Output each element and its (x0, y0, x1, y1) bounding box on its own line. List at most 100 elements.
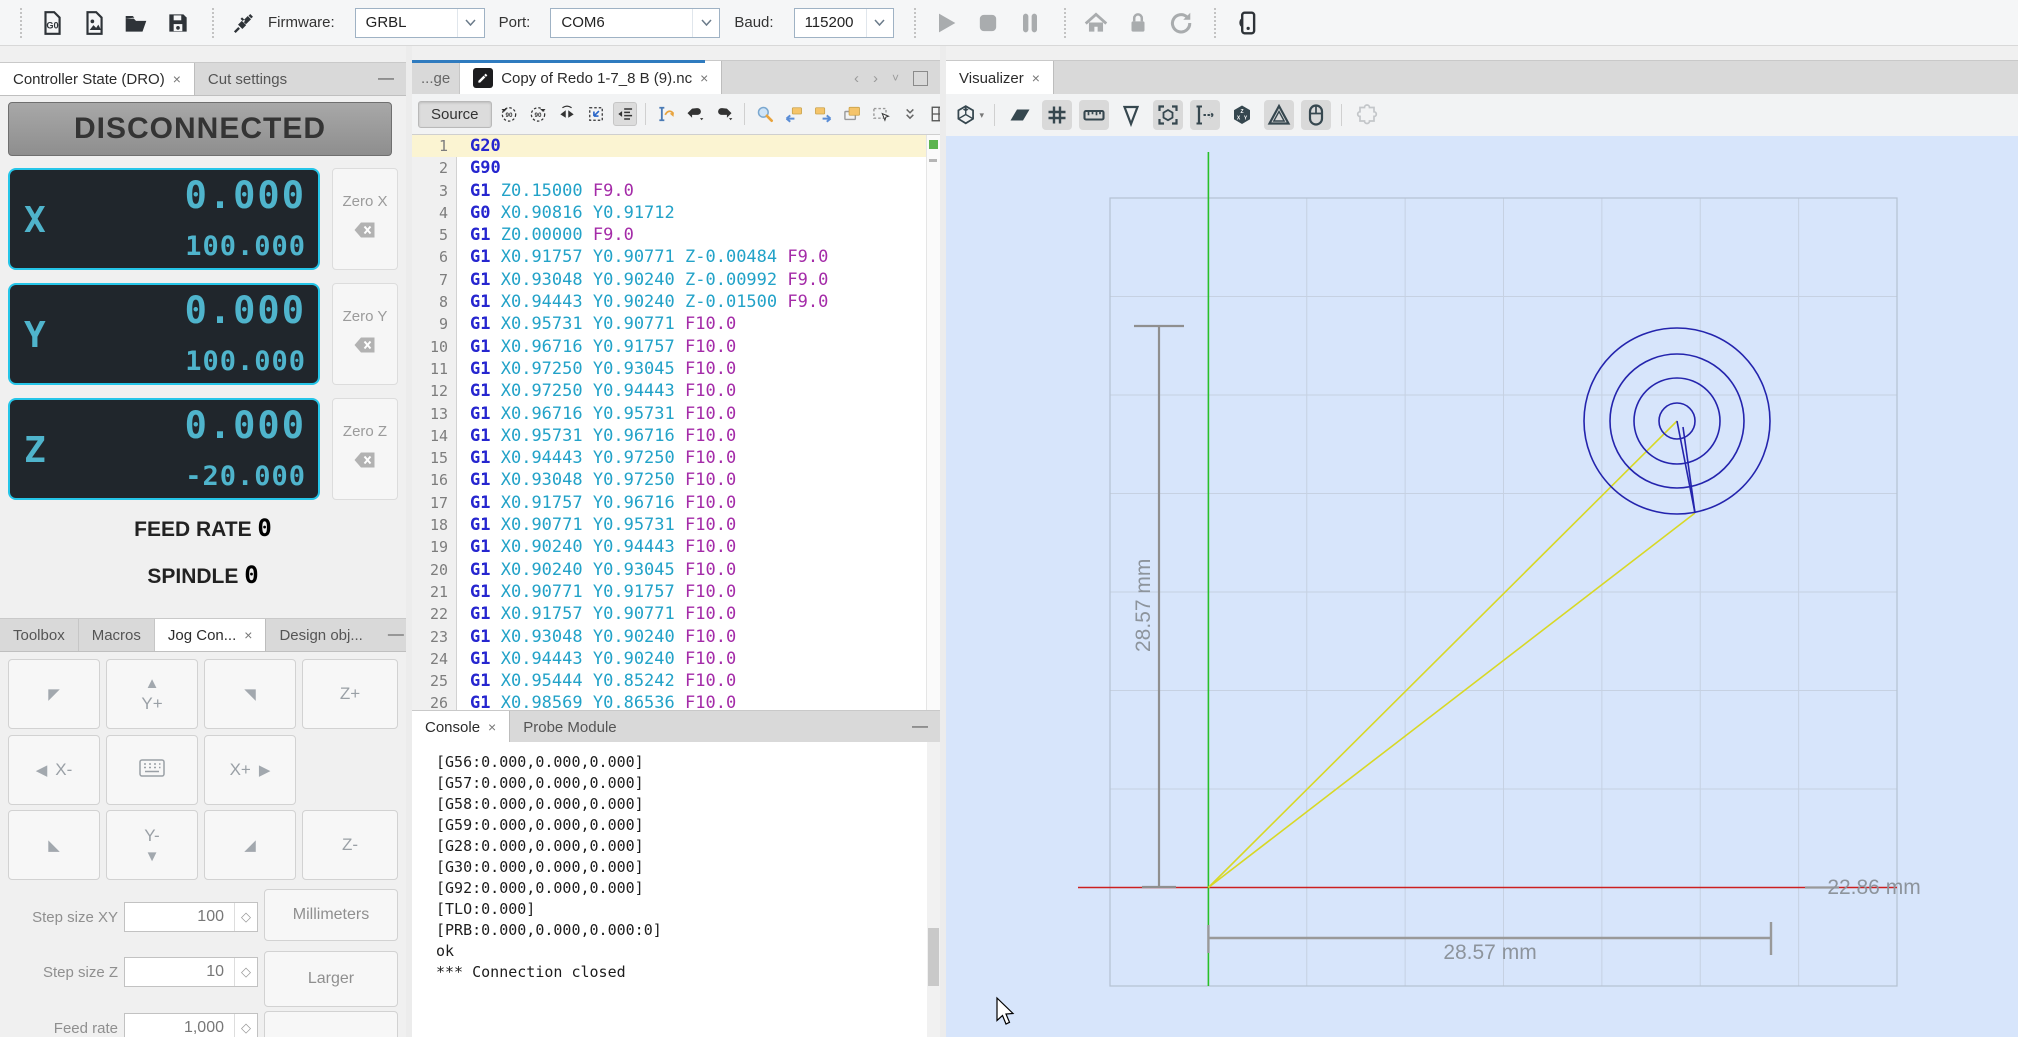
editor-scrollbar[interactable] (926, 135, 940, 756)
close-icon[interactable]: × (244, 627, 252, 643)
rotate-ccw-90-icon[interactable]: 90 (497, 102, 521, 126)
gcode-line[interactable]: 7G1 X0.93048 Y0.90240 Z-0.00992 F9.0 (412, 269, 940, 291)
tab-macros[interactable]: Macros (79, 619, 155, 651)
tab-design-objects[interactable]: Design obj... (266, 619, 375, 651)
zero-x-button[interactable]: Zero X (332, 168, 398, 270)
align-icon[interactable] (613, 102, 637, 126)
spinner-icon[interactable]: ◇ (234, 903, 257, 931)
port-select[interactable]: COM6 (550, 8, 720, 38)
close-icon[interactable]: × (1032, 70, 1040, 86)
gcode-line[interactable]: 16G1 X0.93048 Y0.97250 F10.0 (412, 469, 940, 491)
grid-icon[interactable] (1042, 100, 1072, 130)
plane-icon[interactable] (1005, 100, 1035, 130)
tab-probe-module[interactable]: Probe Module (510, 711, 629, 743)
step-smaller-button[interactable] (264, 1011, 398, 1037)
nav-next-icon[interactable] (811, 102, 835, 126)
gcode-line[interactable]: 23G1 X0.93048 Y0.90240 F10.0 (412, 626, 940, 648)
jog-y-minus-button[interactable]: Y-▼ (106, 810, 198, 880)
gcode-line[interactable]: 21G1 X0.90771 Y0.91757 F10.0 (412, 581, 940, 603)
nav-previous-icon[interactable] (782, 102, 806, 126)
tab-gcode-file[interactable]: Copy of Redo 1-7_8 B (9).nc× (460, 61, 722, 95)
gcode-line[interactable]: 17G1 X0.91757 Y0.96716 F10.0 (412, 492, 940, 514)
save-file-icon[interactable] (164, 9, 192, 37)
jog-y-plus-button[interactable]: ▲Y+ (106, 659, 198, 729)
mirror-icon[interactable] (555, 102, 579, 126)
tab-console[interactable]: Console× (412, 711, 510, 743)
mobile-pendant-icon[interactable] (1232, 9, 1260, 37)
gcode-line[interactable]: 4G0 X0.90816 Y0.91712 (412, 202, 940, 224)
ruler-icon[interactable] (1079, 100, 1109, 130)
gcode-line[interactable]: 20G1 X0.90240 Y0.93045 F10.0 (412, 559, 940, 581)
step-larger-button[interactable]: Larger (264, 951, 398, 1007)
open-folder-icon[interactable] (122, 9, 150, 37)
find-icon[interactable] (753, 102, 777, 126)
rotate-cw-90-icon[interactable]: 90 (526, 102, 550, 126)
gcode-line[interactable]: 18G1 X0.90771 Y0.95731 F10.0 (412, 514, 940, 536)
gcode-line[interactable]: 10G1 X0.96716 Y0.91757 F10.0 (412, 336, 940, 358)
connect-plug-icon[interactable] (230, 9, 258, 37)
mouse-icon[interactable] (1301, 100, 1331, 130)
baud-select[interactable]: 115200 (794, 8, 894, 38)
tab-toolbox[interactable]: Toolbox (0, 619, 79, 651)
scrollbar-thumb[interactable] (928, 928, 939, 986)
copy-block-icon[interactable] (840, 102, 864, 126)
gcode-line[interactable]: 22G1 X0.91757 Y0.90771 F10.0 (412, 603, 940, 625)
jog-diagonal-up-left-button[interactable]: ◤ (8, 659, 100, 729)
overflow-icon[interactable] (898, 102, 922, 126)
step-size-z-input[interactable]: 10◇ (124, 957, 258, 987)
jog-keyboard-button[interactable] (106, 735, 198, 805)
gcode-line[interactable]: 11G1 X0.97250 Y0.93045 F10.0 (412, 358, 940, 380)
filter-icon[interactable] (1116, 100, 1146, 130)
gcode-line[interactable]: 13G1 X0.96716 Y0.95731 F10.0 (412, 403, 940, 425)
console-scrollbar[interactable] (927, 742, 940, 1037)
jog-x-plus-button[interactable]: X+▶ (204, 735, 296, 805)
spinner-icon[interactable]: ◇ (234, 958, 257, 986)
gcode-line[interactable]: 9G1 X0.95731 Y0.90771 F10.0 (412, 313, 940, 335)
rect-select-icon[interactable] (869, 102, 893, 126)
gcode-line[interactable]: 19G1 X0.90240 Y0.94443 F10.0 (412, 536, 940, 558)
tab-jog-controller[interactable]: Jog Con...× (155, 619, 267, 651)
tab-cut-settings[interactable]: Cut settings (195, 63, 300, 95)
gcode-line[interactable]: 3G1 Z0.15000 F9.0 (412, 180, 940, 202)
jog-z-plus-button[interactable]: Z+ (302, 659, 398, 729)
zero-y-button[interactable]: Zero Y (332, 283, 398, 385)
console-output[interactable]: [G56:0.000,0.000,0.000][G57:0.000,0.000,… (412, 742, 940, 1037)
minimize-panel-icon[interactable]: — (376, 626, 406, 644)
units-button[interactable]: Millimeters (264, 889, 398, 941)
gcode-line[interactable]: 2G90 (412, 157, 940, 179)
gcode-line[interactable]: 12G1 X0.97250 Y0.94443 F10.0 (412, 380, 940, 402)
tab-visualizer[interactable]: Visualizer× (946, 61, 1054, 95)
jog-z-minus-button[interactable]: Z- (302, 810, 398, 880)
open-image-icon[interactable] (80, 9, 108, 37)
jog-diagonal-up-right-button[interactable]: ◥ (204, 659, 296, 729)
gcode-line[interactable]: 14G1 X0.95731 Y0.96716 F10.0 (412, 425, 940, 447)
view-orientation-icon[interactable]: ▾ (954, 100, 984, 130)
source-view-button[interactable]: Source (418, 101, 492, 128)
gcode-line[interactable]: 6G1 X0.91757 Y0.90771 Z-0.00484 F9.0 (412, 246, 940, 268)
maximize-icon[interactable] (913, 71, 928, 86)
orientation-icon[interactable] (1264, 100, 1294, 130)
gcode-line[interactable]: 25G1 X0.95444 Y0.85242 F10.0 (412, 670, 940, 692)
gcode-line[interactable]: 5G1 Z0.00000 F9.0 (412, 224, 940, 246)
fit-to-view-icon[interactable] (1153, 100, 1183, 130)
new-gcode-file-icon[interactable]: G0 (38, 9, 66, 37)
split-window-icon[interactable] (927, 102, 940, 126)
firmware-select[interactable]: GRBL (355, 8, 485, 38)
dimensions-icon[interactable] (1190, 100, 1220, 130)
close-icon[interactable]: × (700, 70, 708, 86)
close-icon[interactable]: × (488, 719, 496, 735)
gcode-editor[interactable]: 1G202G903G1 Z0.15000 F9.04G0 X0.90816 Y0… (412, 134, 940, 756)
minimize-panel-icon[interactable]: — (900, 718, 940, 736)
tab-scroll-right-icon[interactable]: › (873, 70, 878, 87)
gcode-line[interactable]: 24G1 X0.94443 Y0.90240 F10.0 (412, 648, 940, 670)
spinner-icon[interactable]: ◇ (234, 1014, 257, 1037)
jog-diagonal-down-right-button[interactable]: ◢ (204, 810, 296, 880)
jog-x-minus-button[interactable]: ◀X- (8, 735, 100, 805)
gcode-line[interactable]: 15G1 X0.94443 Y0.97250 F10.0 (412, 447, 940, 469)
close-icon[interactable]: × (173, 71, 181, 87)
xyz-cube-icon[interactable]: ZXY (1227, 100, 1257, 130)
minimize-panel-icon[interactable]: — (366, 70, 406, 88)
jog-diagonal-down-left-button[interactable]: ◣ (8, 810, 100, 880)
insert-position-icon[interactable] (654, 102, 678, 126)
move-to-origin-icon[interactable] (584, 102, 608, 126)
